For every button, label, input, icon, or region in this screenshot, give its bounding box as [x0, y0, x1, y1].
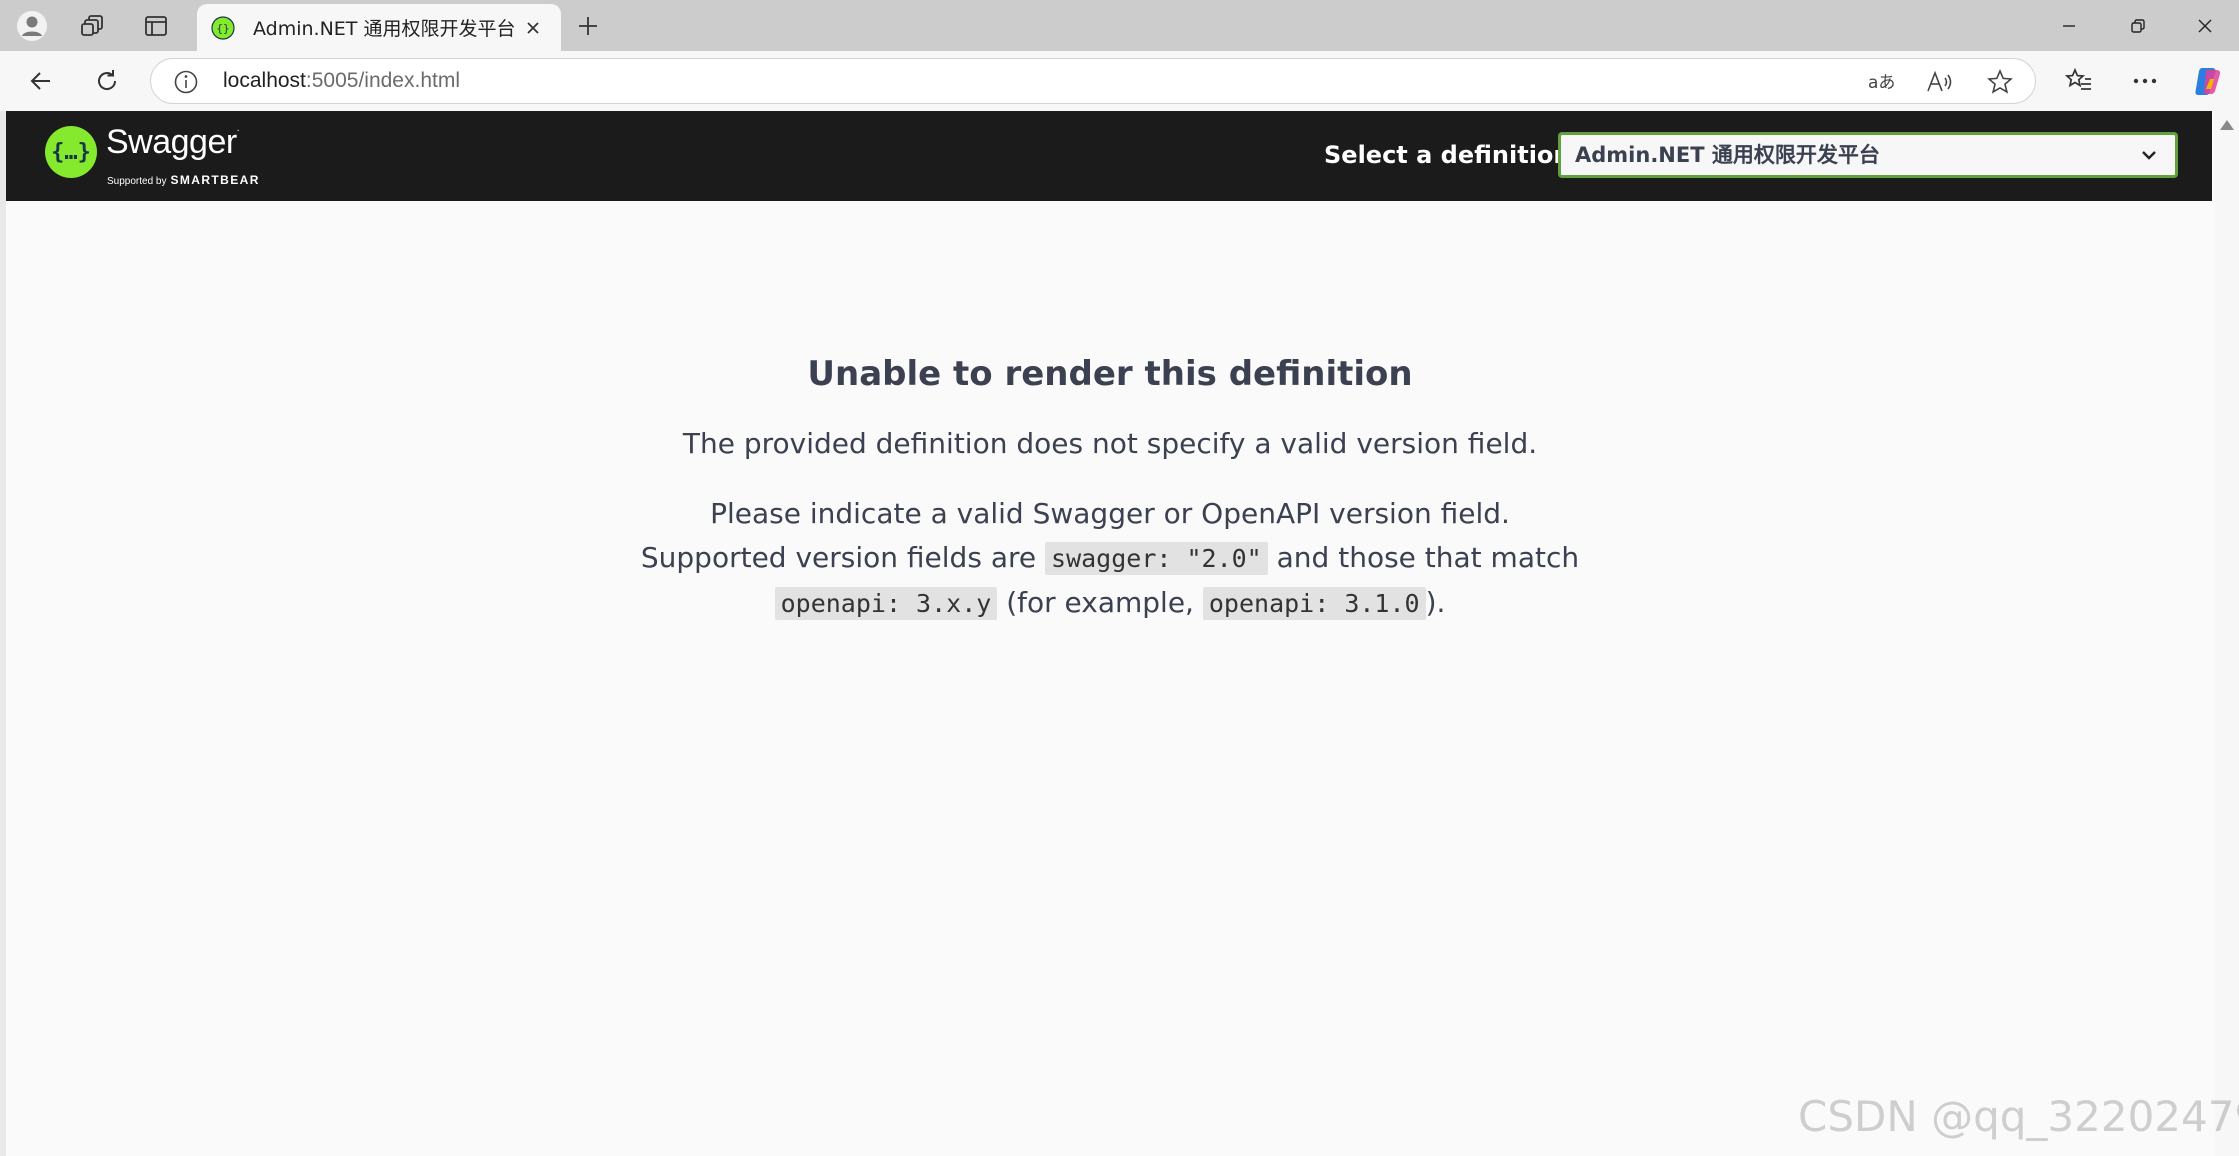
- tab-title: Admin.NET 通用权限开发平台: [253, 18, 516, 40]
- svg-text:{…}: {…}: [51, 140, 91, 165]
- vertical-scrollbar[interactable]: [2215, 111, 2239, 1156]
- code-openapi-example: openapi: 3.1.0: [1202, 587, 1426, 620]
- trademark-mark: .: [236, 123, 240, 134]
- svg-text:{}: {}: [216, 22, 229, 35]
- new-tab-button[interactable]: [568, 8, 608, 44]
- swagger-wordmark: Swagger.: [106, 123, 240, 162]
- url-text: localhost:5005/index.html: [223, 59, 460, 103]
- help-text-part: and those that match: [1267, 541, 1580, 574]
- refresh-icon: [98, 70, 117, 90]
- arrow-left-icon: [30, 72, 50, 90]
- favorite-star-button[interactable]: [1985, 67, 2015, 97]
- supported-by-text: Supported by: [107, 176, 167, 187]
- more-menu-button[interactable]: [2124, 60, 2166, 102]
- copilot-icon: [2195, 68, 2221, 95]
- code-swagger-version: swagger: "2.0": [1045, 542, 1268, 575]
- plus-icon: [579, 17, 597, 35]
- tab-swagger[interactable]: {} Admin.NET 通用权限开发平台: [197, 4, 561, 51]
- vertical-tabs-button[interactable]: [134, 7, 178, 44]
- url-path: :5005/index.html: [305, 69, 460, 92]
- translate-button[interactable]: aあ: [1867, 67, 1897, 97]
- scroll-up-arrow-icon[interactable]: [2219, 118, 2235, 132]
- chevron-down-icon: [2142, 151, 2156, 160]
- read-aloud-button[interactable]: [1924, 67, 1954, 97]
- translate-icon: aあ: [1868, 73, 1895, 93]
- favorites-button[interactable]: [2058, 60, 2100, 102]
- error-help-text: Please indicate a valid Swagger or OpenA…: [640, 492, 1580, 626]
- svg-text:aあ: aあ: [1868, 73, 1895, 93]
- error-title: Unable to render this definition: [807, 354, 1413, 394]
- render-error: Unable to render this definition The pro…: [640, 350, 1580, 626]
- minimize-icon: [2063, 24, 2075, 27]
- workspaces-icon: [81, 14, 103, 36]
- close-icon: [2198, 19, 2212, 32]
- copilot-button[interactable]: [2188, 60, 2230, 102]
- collections-button[interactable]: [71, 7, 115, 44]
- tab-actions-icon: [145, 15, 167, 36]
- swagger-favicon-icon: {}: [211, 15, 235, 40]
- smartbear-text: SMARTBEAR: [170, 173, 260, 187]
- info-icon[interactable]: [173, 69, 199, 95]
- profile-button[interactable]: [10, 7, 54, 44]
- swagger-wordmark-text: Swagger: [106, 123, 237, 161]
- more-horizontal-icon: [2133, 78, 2157, 84]
- read-aloud-icon: [1927, 70, 1952, 92]
- url-host: localhost: [223, 69, 306, 92]
- swagger-topbar: {…} Swagger. Supported by SMARTBEAR Selec…: [6, 111, 2212, 201]
- definition-select-value: Admin.NET 通用权限开发平台: [1575, 143, 1880, 167]
- supported-by-smartbear: Supported by SMARTBEAR: [107, 171, 260, 189]
- restore-button[interactable]: [2103, 0, 2173, 51]
- help-text-part: (for example,: [997, 586, 1203, 619]
- profile-icon: [17, 10, 47, 41]
- minimize-button[interactable]: [2034, 0, 2104, 51]
- restore-icon: [2131, 18, 2145, 33]
- swagger-logo-icon[interactable]: {…}: [44, 125, 98, 179]
- star-icon: [1987, 69, 2013, 94]
- browser-window: {} Admin.NET 通用权限开发平台 localhost:5005/ind…: [0, 0, 2239, 1156]
- tab-strip: {} Admin.NET 通用权限开发平台: [0, 0, 2239, 51]
- close-icon: [527, 21, 539, 34]
- close-window-button[interactable]: [2170, 0, 2239, 51]
- definition-select[interactable]: Admin.NET 通用权限开发平台: [1558, 132, 2178, 178]
- page-viewport: [0, 111, 2239, 1156]
- refresh-button[interactable]: [86, 60, 128, 102]
- help-text-part: ).: [1425, 586, 1446, 619]
- code-openapi-version: openapi: 3.x.y: [774, 587, 998, 620]
- watermark: CSDN @qq_32202479: [1798, 1092, 2239, 1141]
- tab-close-button[interactable]: [519, 14, 547, 42]
- address-bar[interactable]: localhost:5005/index.html aあ: [150, 58, 2036, 104]
- back-button[interactable]: [20, 60, 62, 102]
- favorites-list-icon: [2065, 68, 2091, 90]
- select-definition-label: Select a definition: [1324, 141, 1571, 169]
- error-message: The provided definition does not specify…: [682, 427, 1538, 460]
- browser-toolbar: localhost:5005/index.html aあ: [0, 51, 2239, 111]
